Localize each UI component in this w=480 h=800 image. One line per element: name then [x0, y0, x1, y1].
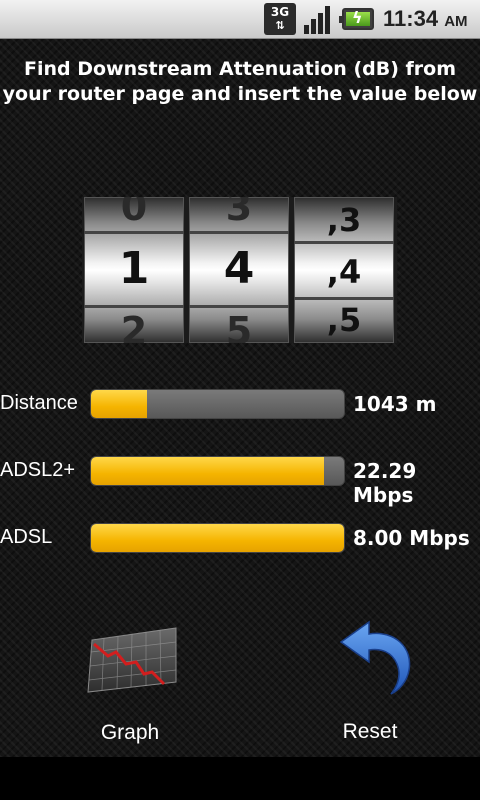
wheel-next-digit: ,5 [326, 301, 362, 339]
instruction-text: Find Downstream Attenuation (dB) from yo… [0, 57, 480, 107]
picker-wheel-tens[interactable]: 0 1 2 [84, 197, 184, 343]
distance-bar [90, 389, 345, 419]
adsl2plus-bar-fill [91, 457, 324, 485]
bottom-strip [0, 757, 480, 800]
signal-strength-icon [302, 4, 334, 34]
attenuation-picker: 0 1 2 3 4 5 ,3 ,4 ,5 [82, 197, 397, 343]
adsl-label: ADSL [0, 526, 53, 548]
distance-label: Distance [0, 392, 78, 414]
distance-value: 1043 m [353, 392, 437, 416]
picker-wheel-ones[interactable]: 3 4 5 [189, 197, 289, 343]
status-bar: 3G ⇅ ϟ 11:34 AM [0, 0, 480, 39]
distance-bar-fill [91, 390, 147, 418]
clock-time: 11:34 [383, 6, 439, 31]
reset-arrow-icon [339, 620, 411, 695]
picker-wheel-decimal[interactable]: ,3 ,4 ,5 [294, 197, 394, 343]
instruction-line-2: your router page and insert the value be… [2, 83, 478, 105]
network-3g-icon: 3G ⇅ [264, 3, 296, 35]
adsl-bar-fill [91, 524, 344, 552]
wheel-prev-digit: 0 [120, 197, 148, 229]
reset-button[interactable]: Reset [320, 618, 420, 744]
adsl-bar [90, 523, 345, 553]
graph-icon [87, 627, 177, 693]
instruction-line-1: Find Downstream Attenuation (dB) from [24, 58, 456, 80]
wheel-prev-digit: ,3 [326, 201, 362, 239]
wheel-next-digit: 5 [225, 309, 253, 343]
adsl-value: 8.00 Mbps [353, 526, 470, 550]
reset-button-label: Reset [342, 720, 398, 743]
clock: 11:34 AM [383, 6, 468, 32]
wheel-current-digit: 4 [223, 243, 255, 294]
wheel-prev-digit: 3 [225, 197, 253, 229]
adsl2plus-value: 22.29 Mbps [353, 459, 417, 507]
battery-charging-icon: ϟ [339, 8, 374, 30]
wheel-current-digit: ,4 [326, 253, 362, 291]
graph-button-label: Graph [100, 721, 160, 744]
wheel-next-digit: 2 [120, 309, 148, 343]
network-type-text: 3G [270, 5, 290, 19]
wheel-current-digit: 1 [118, 243, 150, 294]
clock-ampm: AM [444, 13, 468, 30]
adsl2plus-label: ADSL2+ [0, 459, 76, 481]
adsl2plus-bar [90, 456, 345, 486]
graph-button[interactable]: Graph [80, 622, 180, 744]
